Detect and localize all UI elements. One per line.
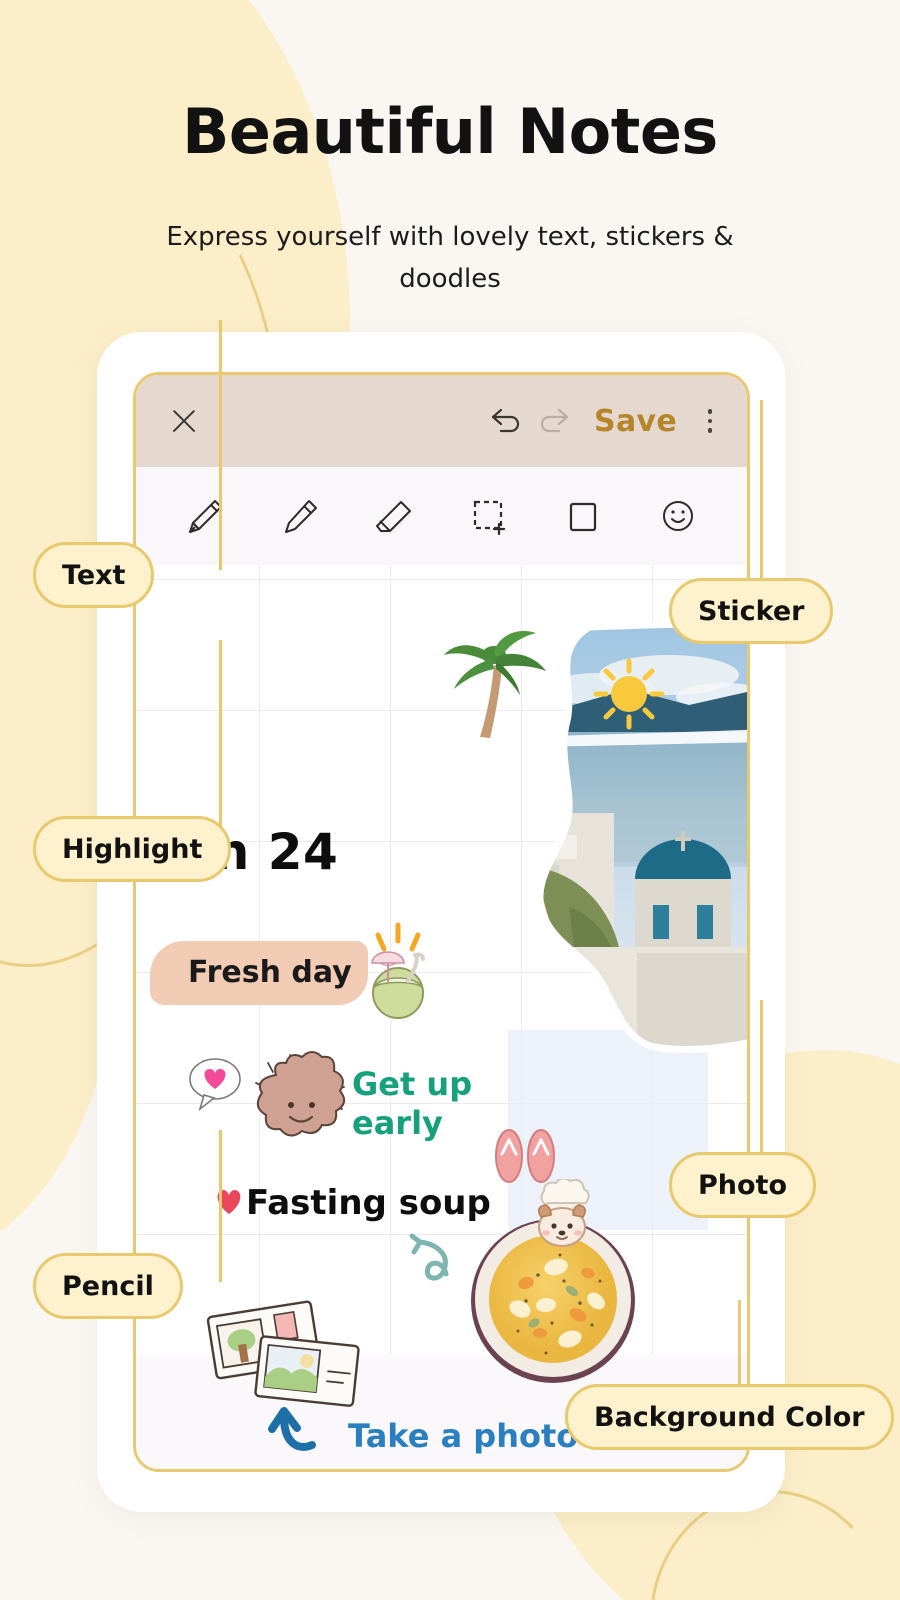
leader-line-sticker (760, 400, 763, 606)
tool-select-icon[interactable] (463, 490, 515, 542)
palm-tree-sticker[interactable] (436, 625, 556, 749)
callout-sticker[interactable]: Sticker (669, 578, 834, 644)
page-root: Beautiful Notes Express yourself with lo… (0, 0, 900, 1600)
leader-line-highlight (219, 640, 222, 835)
callout-background[interactable]: Background Color (565, 1384, 894, 1450)
tool-shape-icon[interactable] (557, 490, 609, 542)
note-take-photo-text[interactable]: Take a photo (348, 1417, 578, 1455)
tool-strip (136, 467, 747, 565)
heart-speech-bubble-sticker[interactable] (184, 1053, 246, 1119)
curved-arrow-blue-icon (264, 1401, 330, 1467)
chef-dog-sticker[interactable] (524, 1177, 600, 1255)
sun-sticker[interactable] (588, 653, 670, 739)
app-toolbar: Save (136, 375, 747, 467)
note-getup-text[interactable]: Get up early (352, 1065, 492, 1143)
app-screen: Save jun 24 Fresh day Get up early Fasti… (133, 372, 750, 1472)
callout-pencil[interactable]: Pencil (33, 1253, 183, 1319)
tool-highlighter-icon[interactable] (274, 490, 326, 542)
note-fasting-text[interactable]: Fasting soup (246, 1183, 491, 1223)
callout-highlight[interactable]: Highlight (33, 816, 232, 882)
close-icon[interactable] (166, 403, 202, 439)
page-title: Beautiful Notes (182, 95, 718, 168)
save-button[interactable]: Save (594, 404, 677, 439)
header: Beautiful Notes Express yourself with lo… (0, 0, 900, 300)
callout-text[interactable]: Text (33, 542, 155, 608)
redo-icon[interactable] (530, 398, 576, 444)
note-highlight-text[interactable]: Fresh day (188, 955, 352, 990)
note-canvas[interactable]: jun 24 Fresh day Get up early Fasting so… (136, 565, 747, 1469)
tool-sticker-icon[interactable] (652, 490, 704, 542)
tool-pencil-icon[interactable] (179, 490, 231, 542)
fluffy-dog-sticker[interactable] (246, 1047, 354, 1155)
tool-eraser-icon[interactable] (368, 490, 420, 542)
more-options-icon[interactable] (691, 409, 729, 433)
callout-photo[interactable]: Photo (669, 1152, 817, 1218)
curved-arrow-teal-icon (406, 1230, 462, 1300)
undo-icon[interactable] (484, 398, 530, 444)
leader-line-pencil (219, 1130, 222, 1282)
leader-line-text (219, 320, 222, 570)
coconut-drink-sticker[interactable] (358, 917, 436, 1031)
page-subtitle: Express yourself with lovely text, stick… (166, 222, 734, 295)
